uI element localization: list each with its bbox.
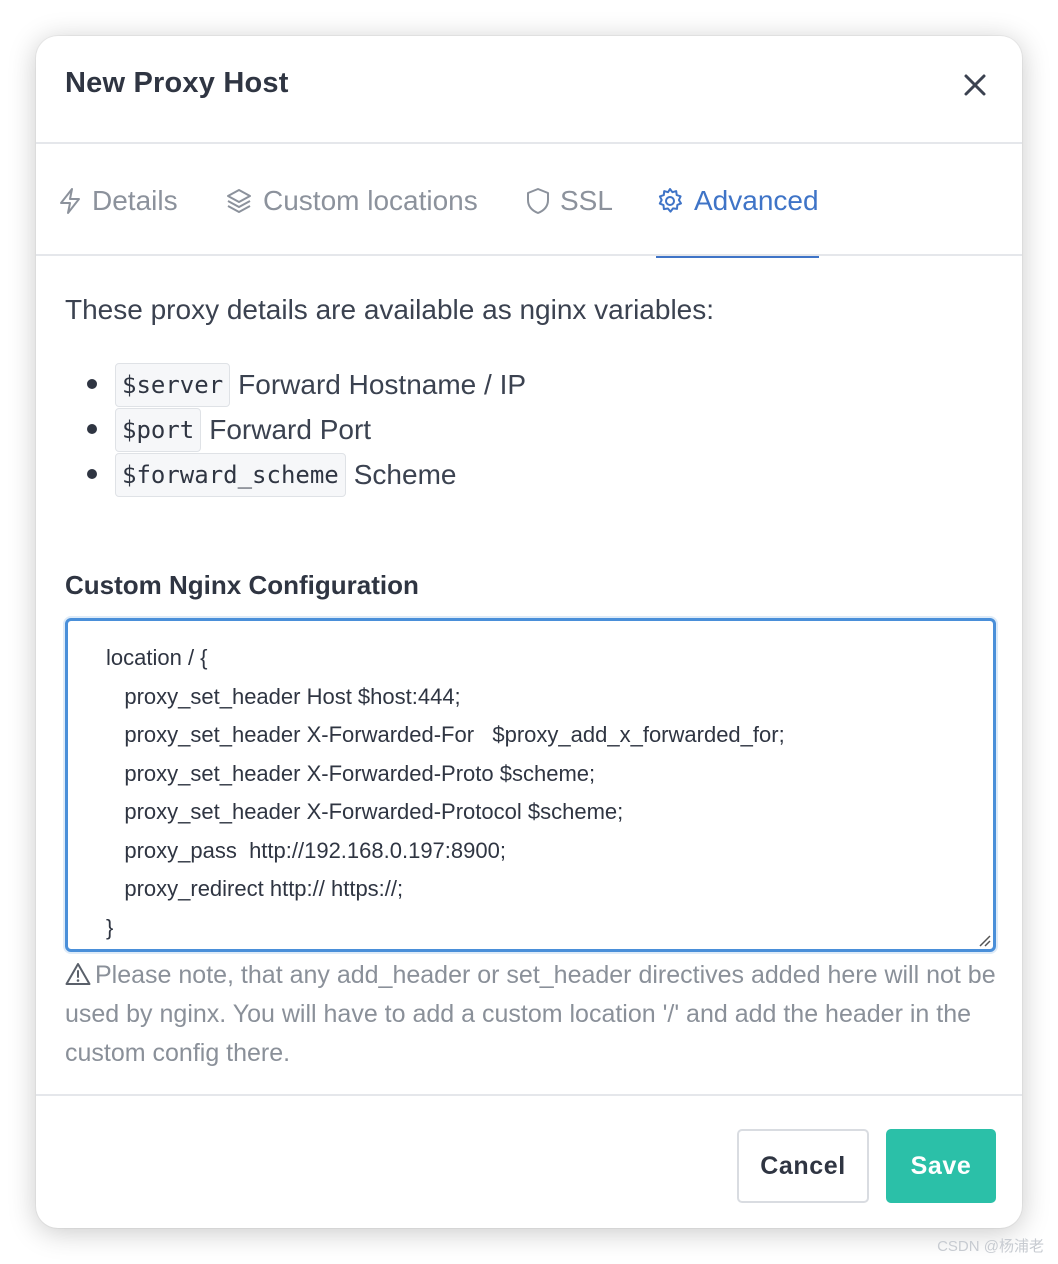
lightning-icon bbox=[60, 188, 80, 214]
list-item: $port Forward Port bbox=[87, 407, 526, 452]
variable-code: $port bbox=[115, 407, 202, 452]
close-icon bbox=[964, 74, 986, 96]
bullet bbox=[87, 424, 97, 434]
new-proxy-host-modal: New Proxy Host Details Custom locations bbox=[36, 36, 1022, 1228]
tab-bar: Details Custom locations SSL Advanced bbox=[36, 146, 1022, 258]
tab-custom-locations-label: Custom locations bbox=[263, 185, 478, 216]
modal-header: New Proxy Host bbox=[36, 36, 1022, 144]
config-line: } bbox=[106, 914, 114, 940]
modal-footer: Cancel Save bbox=[36, 1094, 1022, 1228]
config-line: location / { bbox=[106, 645, 208, 670]
config-line: proxy_redirect http:// https://; bbox=[106, 876, 404, 901]
resize-handle-icon[interactable] bbox=[977, 933, 991, 947]
tab-advanced[interactable]: Advanced bbox=[656, 146, 819, 258]
list-item: $server Forward Hostname / IP bbox=[87, 362, 527, 407]
cancel-button[interactable]: Cancel bbox=[737, 1129, 869, 1203]
variable-description: Scheme bbox=[353, 458, 457, 490]
variable-description: Forward Hostname / IP bbox=[238, 368, 527, 400]
tab-details-label: Details bbox=[92, 185, 178, 216]
config-line: proxy_set_header X-Forwarded-Protocol $s… bbox=[106, 799, 624, 824]
variables-intro: These proxy details are available as ngi… bbox=[65, 294, 715, 325]
variables-list: $server Forward Hostname / IP $port Forw… bbox=[87, 362, 527, 497]
tab-details[interactable]: Details bbox=[58, 146, 178, 256]
config-help-text: Please note, that any add_header or set_… bbox=[65, 956, 996, 1073]
shield-icon bbox=[527, 188, 549, 214]
bullet bbox=[87, 469, 97, 479]
config-line: proxy_set_header X-Forwarded-Proto $sche… bbox=[106, 760, 596, 786]
tab-custom-locations[interactable]: Custom locations bbox=[225, 146, 478, 256]
warning-icon bbox=[65, 963, 91, 985]
layers-icon bbox=[227, 189, 251, 213]
variable-code: $server bbox=[115, 362, 231, 407]
config-line: proxy_set_header X-Forwarded-For $proxy_… bbox=[106, 722, 785, 747]
custom-nginx-config-textarea[interactable]: location / { proxy_set_header Host $host… bbox=[65, 618, 996, 952]
close-button[interactable] bbox=[962, 72, 988, 98]
variable-description: Forward Port bbox=[209, 413, 372, 445]
tab-ssl[interactable]: SSL bbox=[526, 146, 613, 256]
modal-title: New Proxy Host bbox=[65, 67, 289, 99]
config-line: proxy_set_header Host $host:444; bbox=[106, 683, 461, 709]
tab-advanced-label: Advanced bbox=[694, 185, 819, 216]
config-line: proxy_pass http://192.168.0.197:8900; bbox=[106, 837, 506, 863]
watermark: CSDN @杨浦老 bbox=[937, 1238, 1044, 1255]
custom-nginx-config-label: Custom Nginx Configuration bbox=[65, 570, 419, 600]
tab-ssl-label: SSL bbox=[560, 185, 613, 216]
config-help-message: Please note, that any add_header or set_… bbox=[65, 961, 996, 1067]
variable-code: $forward_scheme bbox=[115, 452, 346, 497]
bullet bbox=[87, 379, 97, 389]
save-button[interactable]: Save bbox=[886, 1129, 996, 1203]
gear-icon bbox=[658, 188, 682, 213]
list-item: $forward_scheme Scheme bbox=[87, 452, 526, 497]
